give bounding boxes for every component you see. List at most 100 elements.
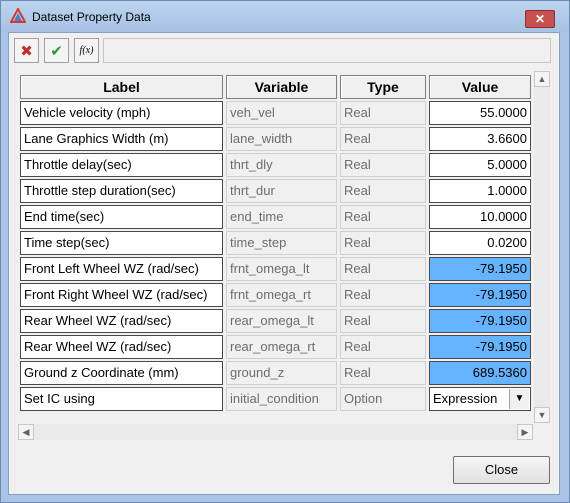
label-cell-text: End time(sec) [24, 209, 105, 224]
horizontal-scrollbar[interactable]: ◀ ▶ [18, 424, 533, 440]
label-cell[interactable]: Set IC using [20, 387, 223, 411]
value-cell[interactable]: 3.6600 [429, 127, 531, 151]
value-cell[interactable]: 5.0000 [429, 153, 531, 177]
variable-cell: frnt_omega_rt [226, 283, 337, 307]
type-cell: Real [340, 335, 426, 359]
close-button[interactable]: Close [453, 456, 550, 484]
value-cell-text: 10.0000 [480, 209, 527, 224]
scroll-left-arrow-icon[interactable]: ◀ [18, 424, 34, 440]
value-cell-text: -79.1950 [475, 313, 527, 328]
value-cell[interactable]: 10.0000 [429, 205, 531, 229]
value-cell[interactable]: -79.1950 [429, 283, 531, 307]
value-cell[interactable]: 1.0000 [429, 179, 531, 203]
label-cell[interactable]: Ground z Coordinate (mm) [20, 361, 223, 385]
type-cell-text: Real [344, 365, 371, 380]
variable-cell: ground_z [226, 361, 337, 385]
expression-builder-icon[interactable]: f(x) [74, 38, 99, 63]
label-cell[interactable]: Vehicle velocity (mph) [20, 101, 223, 125]
label-cell[interactable]: Rear Wheel WZ (rad/sec) [20, 309, 223, 333]
type-cell-text: Real [344, 261, 371, 276]
label-cell-text: Lane Graphics Width (m) [24, 131, 169, 146]
window-title: Dataset Property Data [32, 10, 151, 24]
value-cell-text: 689.5360 [472, 365, 527, 380]
variable-column-header[interactable]: Variable [226, 75, 337, 99]
type-cell: Real [340, 283, 426, 307]
variable-cell-text: ground_z [230, 365, 285, 380]
value-cell-text: 0.0200 [487, 235, 527, 250]
variable-cell: veh_vel [226, 101, 337, 125]
label-cell[interactable]: Front Right Wheel WZ (rad/sec) [20, 283, 223, 307]
scroll-down-arrow-icon[interactable]: ▼ [534, 407, 550, 423]
type-cell: Real [340, 361, 426, 385]
label-cell-text: Front Right Wheel WZ (rad/sec) [24, 287, 208, 302]
type-column-header[interactable]: Type [340, 75, 426, 99]
value-cell-text: -79.1950 [475, 287, 527, 302]
window-close-button[interactable]: ✕ [525, 10, 555, 28]
value-cell[interactable]: 0.0200 [429, 231, 531, 255]
type-cell: Real [340, 101, 426, 125]
label-cell[interactable]: Rear Wheel WZ (rad/sec) [20, 335, 223, 359]
vertical-scrollbar[interactable]: ▲ ▼ [534, 71, 550, 423]
title-bar[interactable]: Dataset Property Data ✕ [1, 1, 569, 31]
type-cell: Real [340, 309, 426, 333]
value-cell-text: 1.0000 [487, 183, 527, 198]
variable-cell: thrt_dur [226, 179, 337, 203]
value-cell-text: 55.0000 [480, 105, 527, 120]
type-cell: Real [340, 153, 426, 177]
variable-cell-text: veh_vel [230, 105, 275, 120]
dropdown-arrow-icon[interactable]: ▼ [509, 389, 529, 409]
value-column-header[interactable]: Value [429, 75, 531, 99]
value-cell[interactable]: 55.0000 [429, 101, 531, 125]
variable-cell-text: frnt_omega_lt [230, 261, 310, 276]
variable-cell: initial_condition [226, 387, 337, 411]
value-cell[interactable]: -79.1950 [429, 309, 531, 333]
label-cell[interactable]: Lane Graphics Width (m) [20, 127, 223, 151]
variable-cell-text: initial_condition [230, 391, 319, 406]
type-cell-text: Real [344, 183, 371, 198]
scroll-up-arrow-icon[interactable]: ▲ [534, 71, 550, 87]
type-cell-text: Real [344, 313, 371, 328]
type-cell-text: Option [344, 391, 383, 406]
variable-cell-text: thrt_dur [230, 183, 275, 198]
type-cell: Real [340, 205, 426, 229]
type-cell-text: Real [344, 339, 371, 354]
type-cell-text: Real [344, 235, 371, 250]
value-cell-text: -79.1950 [475, 261, 527, 276]
type-cell: Option [340, 387, 426, 411]
variable-cell: time_step [226, 231, 337, 255]
variable-cell: lane_width [226, 127, 337, 151]
expression-field[interactable] [103, 38, 551, 63]
variable-cell-text: frnt_omega_rt [230, 287, 311, 302]
value-dropdown[interactable]: Expression ▼ [429, 387, 531, 411]
label-cell[interactable]: End time(sec) [20, 205, 223, 229]
label-cell[interactable]: Front Left Wheel WZ (rad/sec) [20, 257, 223, 281]
type-cell: Real [340, 127, 426, 151]
value-cell[interactable]: -79.1950 [429, 257, 531, 281]
scroll-right-arrow-icon[interactable]: ▶ [517, 424, 533, 440]
accept-icon[interactable]: ✔ [44, 38, 69, 63]
value-cell-text: 5.0000 [487, 157, 527, 172]
type-cell: Real [340, 257, 426, 281]
variable-cell: thrt_dly [226, 153, 337, 177]
type-cell-text: Real [344, 209, 371, 224]
value-dropdown-text: Expression [433, 391, 498, 406]
label-cell-text: Vehicle velocity (mph) [24, 105, 151, 120]
value-cell[interactable]: -79.1950 [429, 335, 531, 359]
label-cell-text: Throttle step duration(sec) [24, 183, 176, 198]
value-cell[interactable]: 689.5360 [429, 361, 531, 385]
variable-cell: rear_omega_lt [226, 309, 337, 333]
label-cell-text: Rear Wheel WZ (rad/sec) [24, 339, 172, 354]
label-cell-text: Set IC using [24, 391, 95, 406]
label-cell[interactable]: Time step(sec) [20, 231, 223, 255]
label-column-header[interactable]: Label [20, 75, 223, 99]
label-cell[interactable]: Throttle delay(sec) [20, 153, 223, 177]
value-cell-text: 3.6600 [487, 131, 527, 146]
label-cell[interactable]: Throttle step duration(sec) [20, 179, 223, 203]
reject-icon[interactable]: ✖ [14, 38, 39, 63]
dialog-window: Dataset Property Data ✕ ✖ ✔ f(x) Label Va… [0, 0, 570, 503]
variable-cell: frnt_omega_lt [226, 257, 337, 281]
label-cell-text: Time step(sec) [24, 235, 110, 250]
type-cell: Real [340, 179, 426, 203]
variable-cell: end_time [226, 205, 337, 229]
variable-cell-text: rear_omega_rt [230, 339, 316, 354]
